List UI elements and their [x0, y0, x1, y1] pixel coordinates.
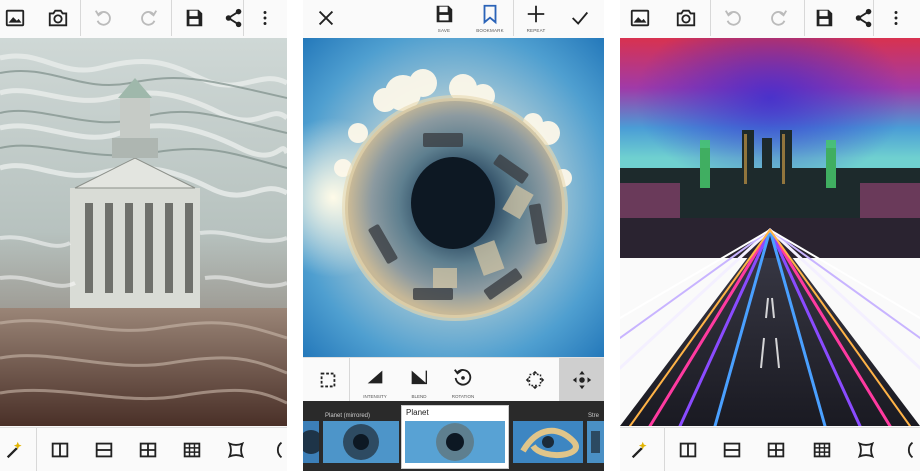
- effect-tools-bar: INTENSITY BLEND ROTATION: [303, 357, 604, 402]
- intensity-button[interactable]: INTENSITY: [353, 358, 397, 402]
- magic-wand-icon[interactable]: [624, 428, 656, 471]
- image-icon[interactable]: [0, 0, 30, 36]
- thumb-label-partial: Stre: [588, 413, 600, 419]
- screen-middle: SAVE BOOKMARK REPEAT INTENSITY BLEND ROT…: [303, 0, 604, 471]
- top-toolbar: [620, 0, 920, 36]
- more-vert-icon[interactable]: [250, 0, 280, 36]
- check-icon[interactable]: [563, 0, 597, 36]
- bottom-toolbar: [620, 427, 920, 471]
- curve-icon[interactable]: [894, 428, 920, 471]
- tiny-planet-photo: [303, 38, 604, 357]
- perspective-icon[interactable]: [850, 428, 882, 471]
- effect-thumb-planet-selected[interactable]: Planet: [401, 405, 509, 469]
- save-label: SAVE: [437, 28, 451, 33]
- move-icon[interactable]: [559, 358, 604, 402]
- grid-3x3-icon[interactable]: [176, 428, 208, 471]
- repeat-button[interactable]: REPEAT: [519, 0, 553, 36]
- crop-dashed-icon[interactable]: [307, 358, 349, 402]
- effect-filmstrip: Planet (mirrored) Planet Stre: [303, 401, 604, 471]
- undo-icon[interactable]: [716, 0, 752, 36]
- blend-button[interactable]: BLEND: [397, 358, 441, 402]
- grid-2x2-icon[interactable]: [760, 428, 792, 471]
- magic-wand-icon[interactable]: [0, 428, 30, 471]
- repeat-label: REPEAT: [526, 28, 546, 33]
- close-icon[interactable]: [309, 0, 343, 36]
- grid-3x3-icon[interactable]: [806, 428, 838, 471]
- bookmark-label: BOOKMARK: [476, 28, 504, 33]
- split-vertical-icon[interactable]: [44, 428, 76, 471]
- screen-left: [0, 0, 287, 471]
- more-vert-icon[interactable]: [880, 0, 912, 36]
- screen-right: [620, 0, 920, 471]
- curve-icon[interactable]: [264, 428, 287, 471]
- glitch-building-photo: [0, 38, 287, 426]
- bookmark-button[interactable]: BOOKMARK: [473, 0, 507, 36]
- camera-icon[interactable]: [42, 0, 74, 36]
- image-icon[interactable]: [624, 0, 656, 36]
- grid-2x2-icon[interactable]: [132, 428, 164, 471]
- blend-label: BLEND: [411, 394, 427, 399]
- move-dashed-icon[interactable]: [513, 358, 557, 402]
- effect-thumb[interactable]: [303, 421, 319, 463]
- intensity-label: INTENSITY: [363, 394, 387, 399]
- effect-thumb-partial[interactable]: [587, 421, 604, 463]
- rotation-button[interactable]: ROTATION: [441, 358, 485, 402]
- perspective-icon[interactable]: [220, 428, 252, 471]
- save-button[interactable]: SAVE: [427, 0, 461, 36]
- save-icon[interactable]: [178, 0, 210, 36]
- redo-icon[interactable]: [760, 0, 796, 36]
- undo-icon[interactable]: [86, 0, 122, 36]
- top-toolbar: SAVE BOOKMARK REPEAT: [303, 0, 604, 36]
- save-icon[interactable]: [808, 0, 840, 36]
- camera-icon[interactable]: [670, 0, 702, 36]
- top-toolbar: [0, 0, 287, 36]
- split-horizontal-icon[interactable]: [88, 428, 120, 471]
- redo-icon[interactable]: [130, 0, 166, 36]
- split-vertical-icon[interactable]: [672, 428, 704, 471]
- effect-thumb-planet-mirrored[interactable]: [323, 421, 399, 463]
- mirrored-city-highway-photo: [620, 38, 920, 426]
- rotation-label: ROTATION: [451, 394, 475, 399]
- effect-thumb-swirl[interactable]: [513, 421, 583, 463]
- bottom-toolbar: [0, 427, 287, 471]
- split-horizontal-icon[interactable]: [716, 428, 748, 471]
- thumb-label: Planet (mirrored): [325, 413, 371, 419]
- selected-effect-label: Planet: [406, 408, 429, 417]
